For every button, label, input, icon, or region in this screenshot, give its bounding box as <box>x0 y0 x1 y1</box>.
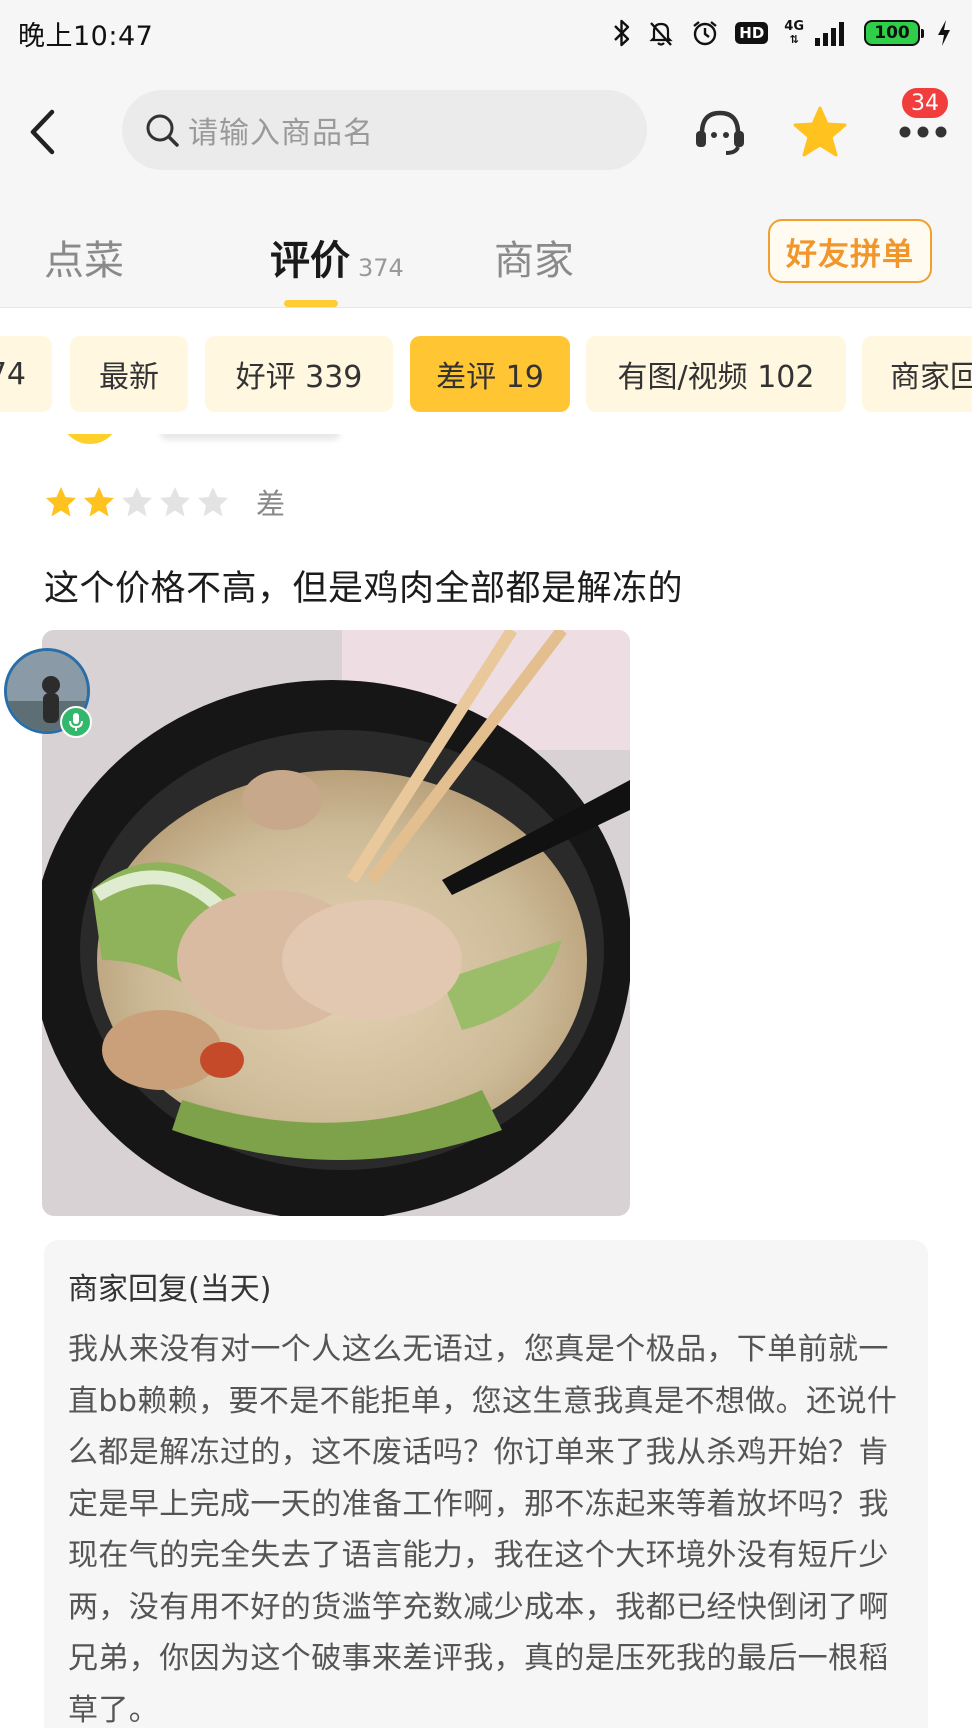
review-count: 374 <box>358 254 404 282</box>
bluetooth-icon <box>613 18 631 48</box>
back-button[interactable] <box>20 102 64 162</box>
star-filled-icon <box>46 487 76 517</box>
active-tab-indicator <box>284 300 338 307</box>
filter-chip-all[interactable]: 74 <box>0 336 52 412</box>
status-time: 晚上10:47 <box>18 20 154 52</box>
tab-merchant[interactable]: 商家 <box>494 226 574 286</box>
star-empty-icon <box>122 487 152 517</box>
microphone-icon <box>60 706 92 738</box>
tab-order-food[interactable]: 点菜 <box>44 226 124 286</box>
customer-service-button[interactable] <box>690 102 750 162</box>
favorite-button[interactable] <box>790 102 850 162</box>
filter-chip-with-media[interactable]: 有图/视频 102 <box>586 336 846 412</box>
signal-icon <box>814 18 848 48</box>
customer-service-icon <box>696 110 744 155</box>
star-empty-icon <box>198 487 228 517</box>
merchant-reply-body: 我从来没有对一个人这么无语过，您真是个极品，下单前就一直bb赖赖，要不是不能拒单… <box>68 1332 898 1728</box>
reviewer-avatar[interactable] <box>60 434 120 444</box>
search-input[interactable]: 请输入商品名 <box>122 90 647 170</box>
more-icon <box>899 126 947 138</box>
back-icon <box>30 109 55 155</box>
charging-icon <box>936 18 952 48</box>
review-card: 差 这个价格不高，但是鸡肉全部都是解冻的 商家回复(当天) 我从来没有对一个人这… <box>0 434 972 1728</box>
star-rating: 差 <box>44 482 285 522</box>
filter-chip-negative[interactable]: 差评 19 <box>410 336 570 412</box>
filter-chip-merchant-reply[interactable]: 商家回 <box>862 336 972 412</box>
review-text: 这个价格不高，但是鸡肉全部都是解冻的 <box>44 569 684 609</box>
tab-reviews[interactable]: 评价 374 <box>270 226 404 286</box>
review-filter-row: 74 最新 好评 339 差评 19 有图/视频 102 商家回 <box>0 308 972 434</box>
filter-chip-positive[interactable]: 好评 339 <box>205 336 393 412</box>
review-date-blurred <box>160 434 340 440</box>
star-empty-icon <box>160 487 190 517</box>
star-filled-icon <box>84 487 114 517</box>
merchant-reply-title: 商家回复(当天) <box>68 1272 272 1307</box>
tabs-bar: 点菜 评价 374 商家 好友拼单 <box>0 196 972 308</box>
battery-icon: 100 <box>864 20 924 46</box>
food-photo-illustration <box>42 630 630 1216</box>
search-placeholder: 请输入商品名 <box>188 116 374 151</box>
notification-badge: 34 <box>900 86 950 120</box>
star-favorite-icon <box>793 106 847 157</box>
friend-group-order-button[interactable]: 好友拼单 <box>768 219 932 283</box>
status-icons: HD 4G ⇅ 100 <box>613 18 952 48</box>
alarm-icon <box>691 18 719 48</box>
mute-bell-icon <box>647 18 675 48</box>
search-icon <box>146 114 179 147</box>
review-photo[interactable] <box>42 630 630 1216</box>
top-nav: 请输入商品名 34 <box>0 66 972 196</box>
hd-icon: HD <box>735 18 769 48</box>
rating-label: 差 <box>256 487 286 521</box>
network-4g-icon: 4G ⇅ <box>784 19 804 46</box>
status-bar: 晚上10:47 HD 4G ⇅ 100 <box>0 0 972 66</box>
filter-chip-latest[interactable]: 最新 <box>70 336 188 412</box>
merchant-reply: 商家回复(当天) 我从来没有对一个人这么无语过，您真是个极品，下单前就一直bb赖… <box>44 1240 928 1728</box>
